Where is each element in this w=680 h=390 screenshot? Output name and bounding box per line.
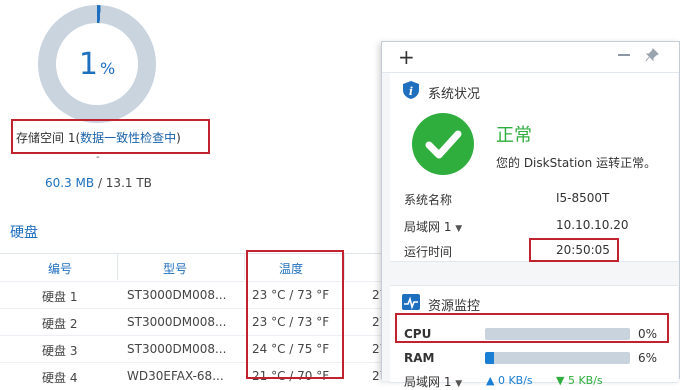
minimize-icon[interactable] <box>618 54 630 56</box>
chevron-down-icon: ▼ <box>455 379 463 389</box>
add-widget-icon[interactable]: + <box>398 45 415 69</box>
usage-percent-unit: % <box>99 58 116 78</box>
lan-traffic-dropdown[interactable]: 局域网 1 ▼ <box>404 373 462 390</box>
upload-speed: ▲ 0 KB/s <box>486 374 533 387</box>
column-divider <box>344 254 345 280</box>
column-header-model[interactable]: 型号 <box>163 260 187 277</box>
capacity-used: 60.3 MB <box>45 176 95 190</box>
usage-percent-value: 1 <box>78 46 98 82</box>
ram-usage-bar <box>485 352 630 364</box>
lan-dropdown[interactable]: 局域网 1 ▼ <box>404 218 462 235</box>
disk-id: 硬盘 2 <box>42 317 78 331</box>
widget-toolbar: + <box>382 42 679 72</box>
capacity-separator: / <box>94 176 106 190</box>
upload-speed-value: 0 KB/s <box>497 374 533 387</box>
info-shield-icon: i <box>402 80 420 104</box>
highlight-box-temperature <box>246 250 344 379</box>
ram-usage-fill <box>485 352 494 364</box>
system-status-description: 您的 DiskStation 运转正常。 <box>496 156 657 170</box>
lan-label: 局域网 1 <box>404 220 452 234</box>
capacity-text: 60.3 MB / 13.1 TB <box>45 176 152 190</box>
check-icon <box>412 113 474 175</box>
disk-model: ST3000DM008... <box>127 288 227 302</box>
system-name-value: I5-8500T <box>556 191 610 205</box>
disk-model: ST3000DM008... <box>127 315 227 329</box>
uptime-label: 运行时间 <box>404 245 453 259</box>
column-divider <box>117 254 118 280</box>
disk-id: 硬盘 1 <box>42 290 78 304</box>
pin-icon[interactable] <box>645 47 659 66</box>
highlight-box-uptime <box>529 238 619 262</box>
svg-text:i: i <box>409 85 413 98</box>
lan-ip-value: 10.10.10.20 <box>556 218 629 232</box>
capacity-total: 13.1 TB <box>105 176 152 190</box>
column-header-id[interactable]: 编号 <box>48 260 72 277</box>
chevron-down-icon: ▼ <box>455 224 463 234</box>
usage-donut-chart: 1 % <box>38 5 156 123</box>
arrow-down-icon: ▼ <box>556 374 565 387</box>
monitor-chart-icon <box>402 294 420 314</box>
usage-donut-center: 1 % <box>56 23 138 105</box>
download-speed: ▼ 5 KB/s <box>556 374 603 387</box>
download-speed-value: 5 KB/s <box>567 374 603 387</box>
ram-label: RAM <box>404 351 435 365</box>
ram-usage-value: 6% <box>638 351 658 365</box>
disk-model: WD30EFAX-68... <box>127 369 224 383</box>
volume-dash: - <box>96 152 100 163</box>
arrow-up-icon: ▲ <box>486 374 495 387</box>
resource-monitor-title: 资源监控 <box>428 299 481 314</box>
highlight-box-cpu <box>395 313 669 343</box>
system-status-value: 正常 <box>496 125 532 146</box>
disk-id: 硬盘 3 <box>42 344 78 358</box>
disk-model: ST3000DM008... <box>127 342 227 356</box>
system-status-title: 系统状况 <box>428 87 481 102</box>
disk-id: 硬盘 4 <box>42 371 78 385</box>
disks-section-title: 硬盘 <box>10 225 38 241</box>
system-status-widget: i 系统状况 正常 您的 DiskStation 运转正常。 系统名称 I5-8… <box>390 73 678 262</box>
column-divider <box>244 254 245 280</box>
system-name-label: 系统名称 <box>404 193 453 207</box>
lan-traffic-label: 局域网 1 <box>404 375 452 389</box>
highlight-box-volume-status <box>11 119 210 154</box>
